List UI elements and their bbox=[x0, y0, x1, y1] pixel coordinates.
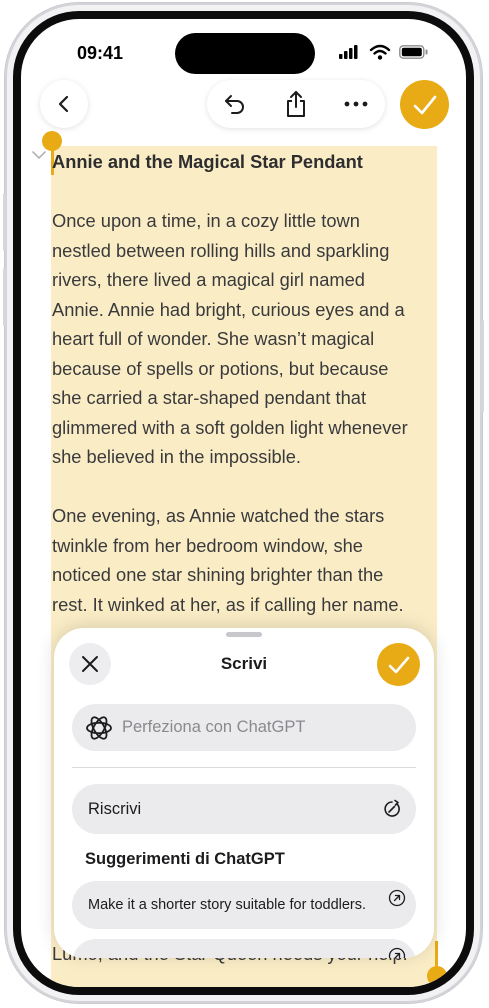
sheet-done-button[interactable] bbox=[377, 643, 420, 686]
text-line: twinkle from her bedroom window, she bbox=[52, 534, 363, 556]
chevron-left-icon bbox=[58, 95, 69, 113]
sheet-grabber[interactable] bbox=[226, 632, 262, 637]
suggestion-item[interactable]: Make it a shorter story suitable for tod… bbox=[72, 881, 416, 929]
dynamic-island bbox=[175, 33, 315, 74]
suggestion-text: Make it a shorter story suitable for tod… bbox=[88, 897, 367, 913]
text-line: Once upon a time, in a cozy little town bbox=[52, 210, 360, 231]
writing-tools-sheet: Scrivi Perfeziona con ChatGPT Riscrivi S… bbox=[54, 628, 434, 958]
rewrite-label: Riscrivi bbox=[88, 800, 142, 818]
toolbar-pill bbox=[207, 80, 385, 128]
text-line: glimmered with a soft golden light whene… bbox=[52, 416, 408, 438]
text-line: because of spells or potions, but becaus… bbox=[52, 357, 389, 379]
done-button[interactable] bbox=[400, 80, 449, 129]
volume-down-button bbox=[3, 268, 6, 326]
text-line: nestled between rolling hills and sparkl… bbox=[52, 239, 390, 261]
screen: Annie and the Magical Star Pendant Once … bbox=[21, 19, 466, 987]
text-line: rest. It winked at her, as if calling he… bbox=[52, 593, 404, 615]
chatgpt-logo-icon bbox=[86, 716, 112, 740]
status-icons bbox=[339, 44, 428, 60]
text-line: noticed one star shining brighter than t… bbox=[52, 564, 384, 585]
text-line: Annie. Annie had bright, curious eyes an… bbox=[52, 298, 405, 320]
battery-icon bbox=[399, 45, 428, 59]
text-line: heart full of wonder. She wasn’t magical bbox=[52, 328, 375, 349]
chatgpt-input-placeholder: Perfeziona con ChatGPT bbox=[122, 718, 306, 736]
undo-button[interactable] bbox=[209, 80, 261, 128]
status-time: 09:41 bbox=[77, 43, 124, 63]
rewrite-icon bbox=[384, 799, 400, 817]
text-line: One evening, as Annie watched the stars bbox=[52, 505, 385, 526]
selection-end-handle[interactable] bbox=[427, 966, 447, 986]
suggestion-item[interactable] bbox=[72, 939, 416, 958]
document-body[interactable]: Annie and the Magical Star Pendant Once … bbox=[52, 147, 444, 619]
checkmark-icon bbox=[388, 656, 409, 673]
text-line: rivers, there lived a magical girl named bbox=[52, 269, 365, 290]
volume-up-button bbox=[3, 193, 6, 251]
chatgpt-input[interactable]: Perfeziona con ChatGPT bbox=[72, 704, 416, 751]
checkmark-icon bbox=[413, 95, 436, 114]
chevron-down-icon[interactable] bbox=[31, 149, 47, 161]
divider bbox=[72, 767, 416, 768]
more-button[interactable] bbox=[330, 80, 382, 128]
text-line: she believed in the impossible. bbox=[52, 446, 301, 467]
wifi-icon bbox=[369, 44, 391, 60]
arrow-up-right-circle-icon bbox=[388, 889, 406, 907]
back-button[interactable] bbox=[40, 80, 88, 128]
power-button bbox=[481, 320, 484, 412]
undo-icon bbox=[225, 95, 244, 114]
suggestions-title: Suggerimenti di ChatGPT bbox=[85, 850, 285, 868]
text-line: she carried a star-shaped pendant that bbox=[52, 387, 367, 408]
share-button[interactable] bbox=[270, 80, 322, 128]
arrow-up-right-circle-icon bbox=[388, 947, 406, 958]
ellipsis-icon bbox=[344, 101, 368, 107]
document-title: Annie and the Magical Star Pendant bbox=[52, 151, 363, 172]
share-icon bbox=[287, 91, 305, 117]
cellular-signal-icon bbox=[339, 45, 358, 59]
rewrite-button[interactable]: Riscrivi bbox=[72, 784, 416, 834]
